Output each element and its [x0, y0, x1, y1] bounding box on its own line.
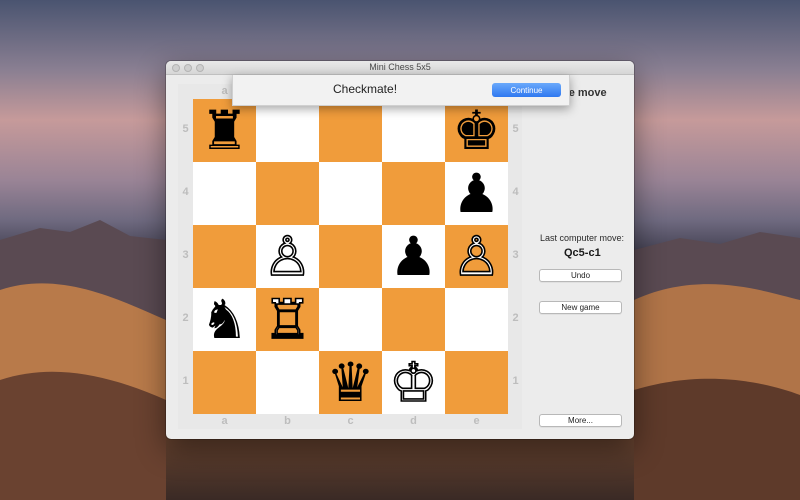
last-move-value: Qc5-c1 — [564, 247, 601, 259]
chess-board: aabbccddee5544332211♜♚♟♙♟♙♞♖♛♔ — [178, 84, 522, 429]
rank-label-3: 3 — [512, 249, 519, 261]
continue-button[interactable]: Continue — [492, 83, 561, 97]
checkmate-sheet: Checkmate! Continue — [232, 75, 570, 106]
black-knight-piece[interactable]: ♞ — [193, 288, 256, 351]
square-a3[interactable] — [193, 225, 256, 288]
rank-label-5: 5 — [182, 123, 189, 135]
black-pawn-piece[interactable]: ♟ — [445, 162, 508, 225]
rank-label-3: 3 — [182, 249, 189, 261]
black-rook-piece[interactable]: ♜ — [193, 99, 256, 162]
square-b5[interactable] — [256, 99, 319, 162]
square-c2[interactable] — [319, 288, 382, 351]
undo-button[interactable]: Undo — [539, 269, 622, 282]
file-label-b: b — [284, 415, 291, 427]
white-pawn-piece[interactable]: ♙ — [445, 225, 508, 288]
rank-label-5: 5 — [512, 123, 519, 135]
file-label-e: e — [473, 415, 480, 427]
more-button[interactable]: More... — [539, 414, 622, 427]
sheet-message: Checkmate! — [333, 82, 398, 96]
white-rook-piece[interactable]: ♖ — [256, 288, 319, 351]
white-pawn-piece[interactable]: ♙ — [256, 225, 319, 288]
file-label-a: a — [221, 415, 228, 427]
square-b4[interactable] — [256, 162, 319, 225]
rank-label-4: 4 — [512, 186, 519, 198]
new-game-button[interactable]: New game — [539, 301, 622, 314]
file-label-d: d — [410, 415, 417, 427]
square-a4[interactable] — [193, 162, 256, 225]
black-queen-piece[interactable]: ♛ — [319, 351, 382, 414]
rank-label-1: 1 — [182, 375, 189, 387]
last-move-label: Last computer move: — [540, 233, 625, 243]
square-d2[interactable] — [382, 288, 445, 351]
square-e1[interactable] — [445, 351, 508, 414]
square-a1[interactable] — [193, 351, 256, 414]
square-c5[interactable] — [319, 99, 382, 162]
square-c3[interactable] — [319, 225, 382, 288]
square-d4[interactable] — [382, 162, 445, 225]
title-bar[interactable]: Mini Chess 5x5 — [166, 61, 634, 75]
rank-label-1: 1 — [512, 375, 519, 387]
window-title: Mini Chess 5x5 — [369, 62, 431, 72]
black-king-piece[interactable]: ♚ — [445, 99, 508, 162]
square-d5[interactable] — [382, 99, 445, 162]
rank-label-2: 2 — [182, 312, 189, 324]
square-c4[interactable] — [319, 162, 382, 225]
rank-label-4: 4 — [182, 186, 189, 198]
white-king-piece[interactable]: ♔ — [382, 351, 445, 414]
square-e2[interactable] — [445, 288, 508, 351]
square-b1[interactable] — [256, 351, 319, 414]
file-label-c: c — [347, 415, 354, 427]
app-window: Mini Chess 5x5 aabbccddee5544332211♜♚♟♙♟… — [166, 61, 634, 439]
black-pawn-piece[interactable]: ♟ — [382, 225, 445, 288]
rank-label-2: 2 — [512, 312, 519, 324]
